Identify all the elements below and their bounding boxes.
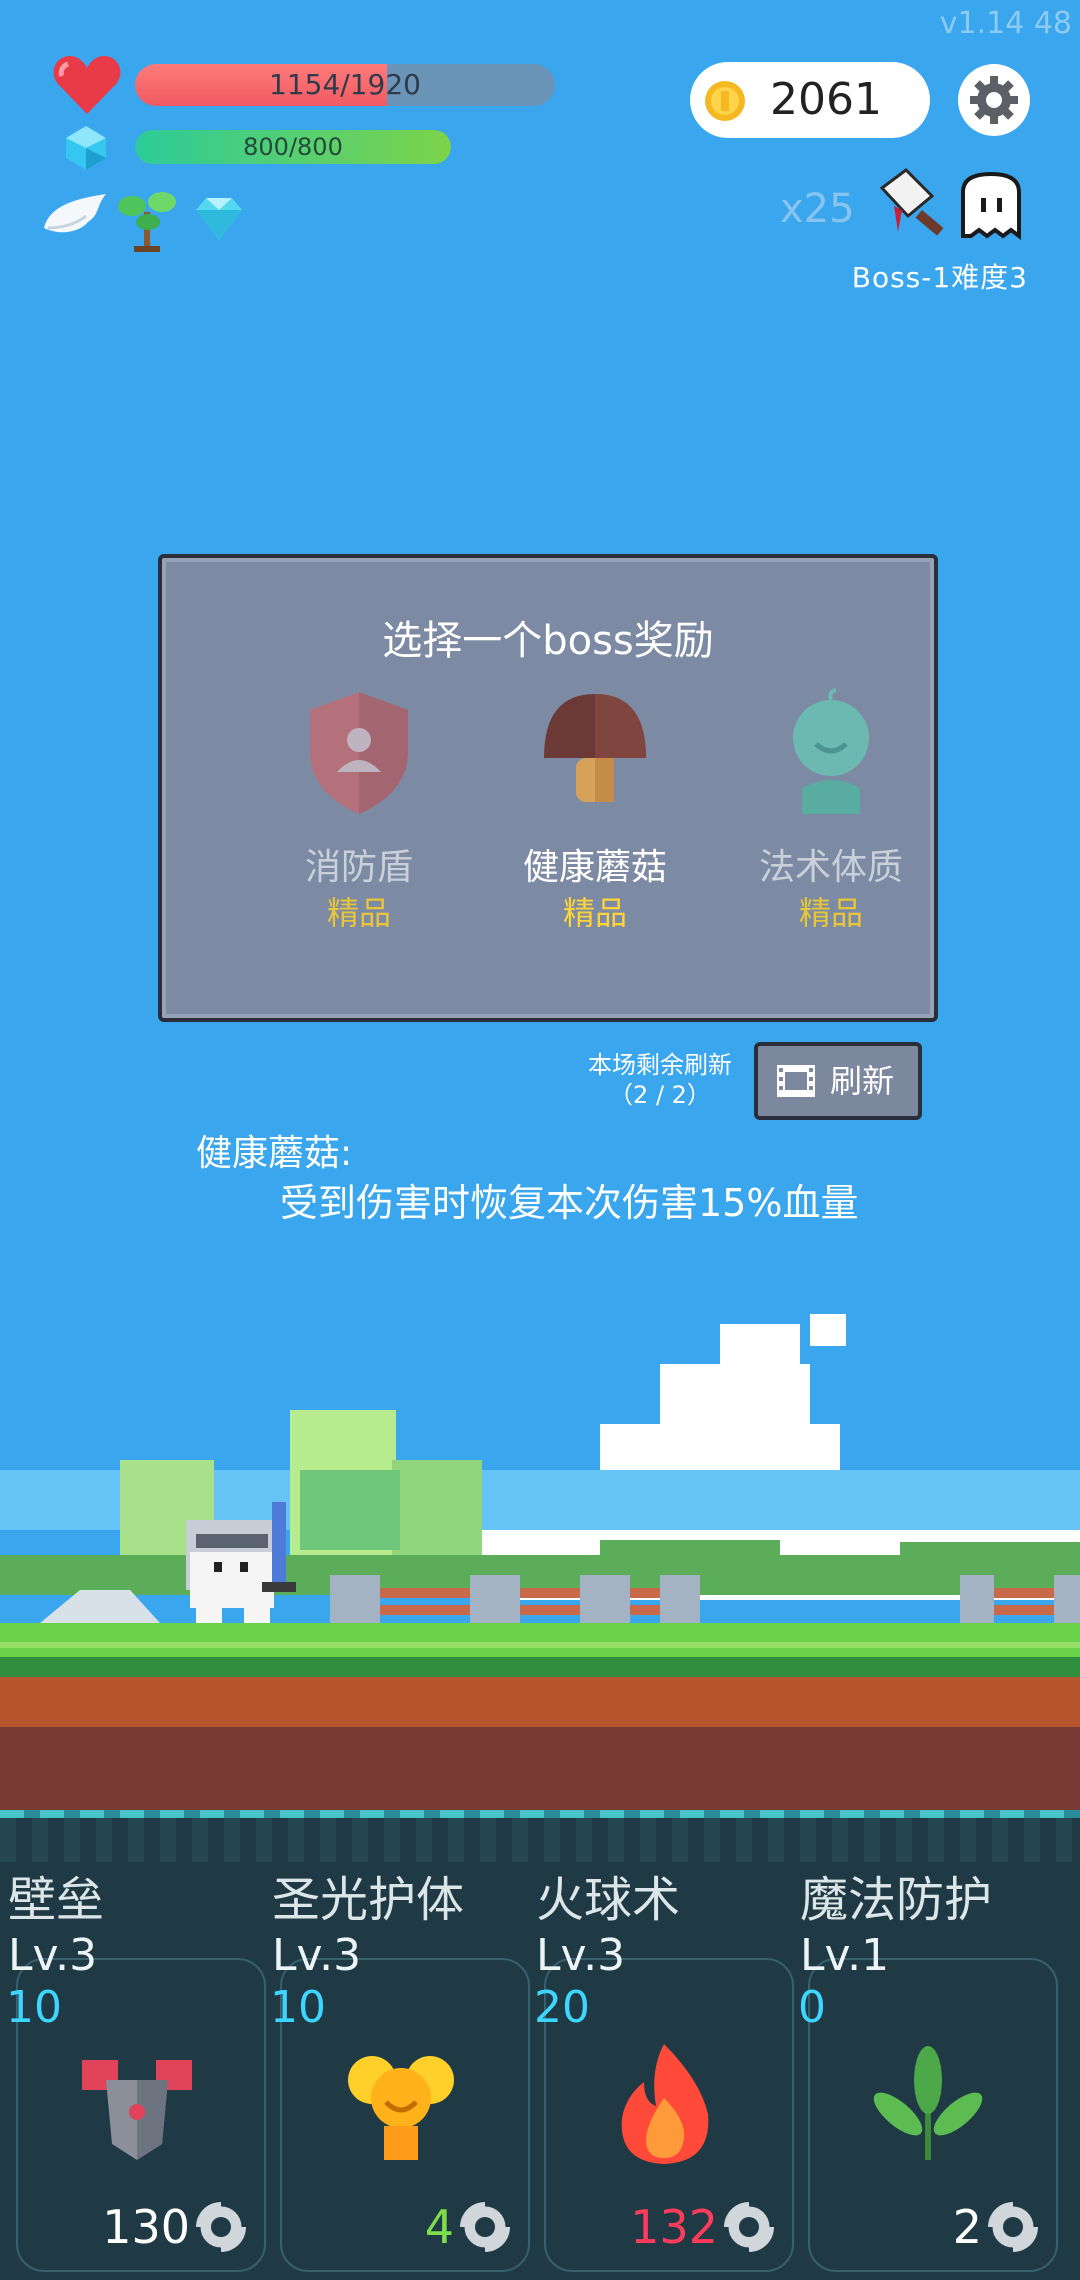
- fireball-icon: [621, 2044, 709, 2164]
- skill-count: 20: [534, 1982, 590, 2033]
- skill-count: 10: [6, 1982, 62, 2033]
- cleaver-icon: [879, 168, 944, 236]
- boss-reward-dialog: 选择一个boss奖励 消防盾 精品 健康蘑菇 精品 法术体质 精品: [158, 554, 938, 1022]
- mushroom-icon: [544, 694, 646, 802]
- skill-slot-magic-shield[interactable]: 魔法防护 Lv.1 0 2: [792, 1810, 1058, 2280]
- skill-cost: 2: [952, 2200, 982, 2254]
- skill-cost: 130: [102, 2200, 190, 2254]
- skill-count: 0: [798, 1982, 826, 2033]
- shield-icon: [310, 692, 408, 814]
- refresh-button-label: 刷新: [830, 1062, 895, 1100]
- version-label: v1.14 48: [939, 6, 1072, 41]
- game-scene: [0, 1290, 1080, 1810]
- mana-gem-icon: [66, 126, 106, 170]
- skill-slot-bulwark[interactable]: 壁垒 Lv.3 10 130: [0, 1810, 266, 2280]
- upgrade-gear-icon[interactable]: [192, 2198, 250, 2256]
- reward-option-shield[interactable]: 消防盾 精品: [244, 688, 474, 938]
- spirit-icon: [793, 688, 869, 814]
- reward-option-mushroom[interactable]: 健康蘑菇 精品: [480, 688, 710, 938]
- boss-ghost-icon: [961, 171, 1021, 240]
- reward-rarity: 精品: [562, 894, 627, 932]
- skill-cost: 4: [424, 2200, 454, 2254]
- sapling-icon: [118, 192, 176, 252]
- reward-option-spirit[interactable]: 法术体质 精品: [716, 688, 946, 938]
- reward-description-text: 受到伤害时恢复本次伤害15%血量: [280, 1181, 859, 1225]
- skill-name: 魔法防护: [800, 1872, 993, 1928]
- skill-name: 壁垒: [8, 1872, 105, 1928]
- speed-multiplier[interactable]: x25: [780, 186, 855, 232]
- wing-icon: [44, 194, 106, 233]
- upgrade-gear-icon[interactable]: [984, 2198, 1042, 2256]
- reward-rarity: 精品: [326, 894, 391, 932]
- boss-difficulty-label: Boss-1难度3: [851, 261, 1028, 294]
- skill-slot-holy-light[interactable]: 圣光护体 Lv.3 10 4: [264, 1810, 530, 2280]
- leaf-icon: [873, 2046, 983, 2160]
- refresh-button[interactable]: 刷新: [754, 1042, 922, 1120]
- reward-rarity: 精品: [798, 894, 863, 932]
- skill-level: Lv.3: [8, 1930, 98, 1981]
- skill-name: 圣光护体: [272, 1872, 465, 1928]
- video-ad-icon: [777, 1065, 815, 1097]
- coin-amount: 2061: [770, 74, 882, 125]
- upgrade-gear-icon[interactable]: [720, 2198, 778, 2256]
- skill-level: Lv.1: [800, 1930, 890, 1981]
- skill-cost: 132: [630, 2200, 718, 2254]
- reward-description-title: 健康蘑菇:: [196, 1133, 353, 1174]
- heart-icon: [53, 56, 121, 114]
- refresh-remaining-label: 本场剩余刷新: [588, 1051, 732, 1079]
- upgrade-gear-icon[interactable]: [456, 2198, 514, 2256]
- armor-icon: [82, 2060, 192, 2160]
- reward-name: 健康蘑菇: [522, 847, 667, 888]
- reward-name: 法术体质: [758, 847, 903, 888]
- reward-name: 消防盾: [304, 847, 413, 888]
- diamond-icon: [196, 198, 242, 240]
- mp-text: 800/800: [243, 133, 343, 161]
- holy-light-icon: [348, 2056, 454, 2160]
- coin-icon: [705, 81, 745, 121]
- skill-count: 10: [270, 1982, 326, 2033]
- hp-bar: 1154/1920: [135, 64, 555, 106]
- mp-bar: 800/800: [135, 130, 451, 164]
- skill-level: Lv.3: [536, 1930, 626, 1981]
- skill-bar: 壁垒 Lv.3 10 130 圣光护体 Lv.3 10 4 火球术 Lv.3 2…: [0, 1810, 1080, 2280]
- skill-slot-fireball[interactable]: 火球术 Lv.3 20 132: [528, 1810, 794, 2280]
- dialog-title: 选择一个boss奖励: [382, 618, 714, 664]
- refresh-remaining-info: 本场剩余刷新 （2 / 2）: [560, 1050, 760, 1110]
- skill-level: Lv.3: [272, 1930, 362, 1981]
- settings-button[interactable]: [958, 64, 1030, 136]
- coin-counter: 2061: [690, 62, 930, 138]
- refresh-remaining-count: （2 / 2）: [609, 1081, 711, 1109]
- skill-name: 火球术: [536, 1872, 681, 1928]
- hp-text: 1154/1920: [269, 68, 421, 101]
- gear-icon: [970, 76, 1018, 124]
